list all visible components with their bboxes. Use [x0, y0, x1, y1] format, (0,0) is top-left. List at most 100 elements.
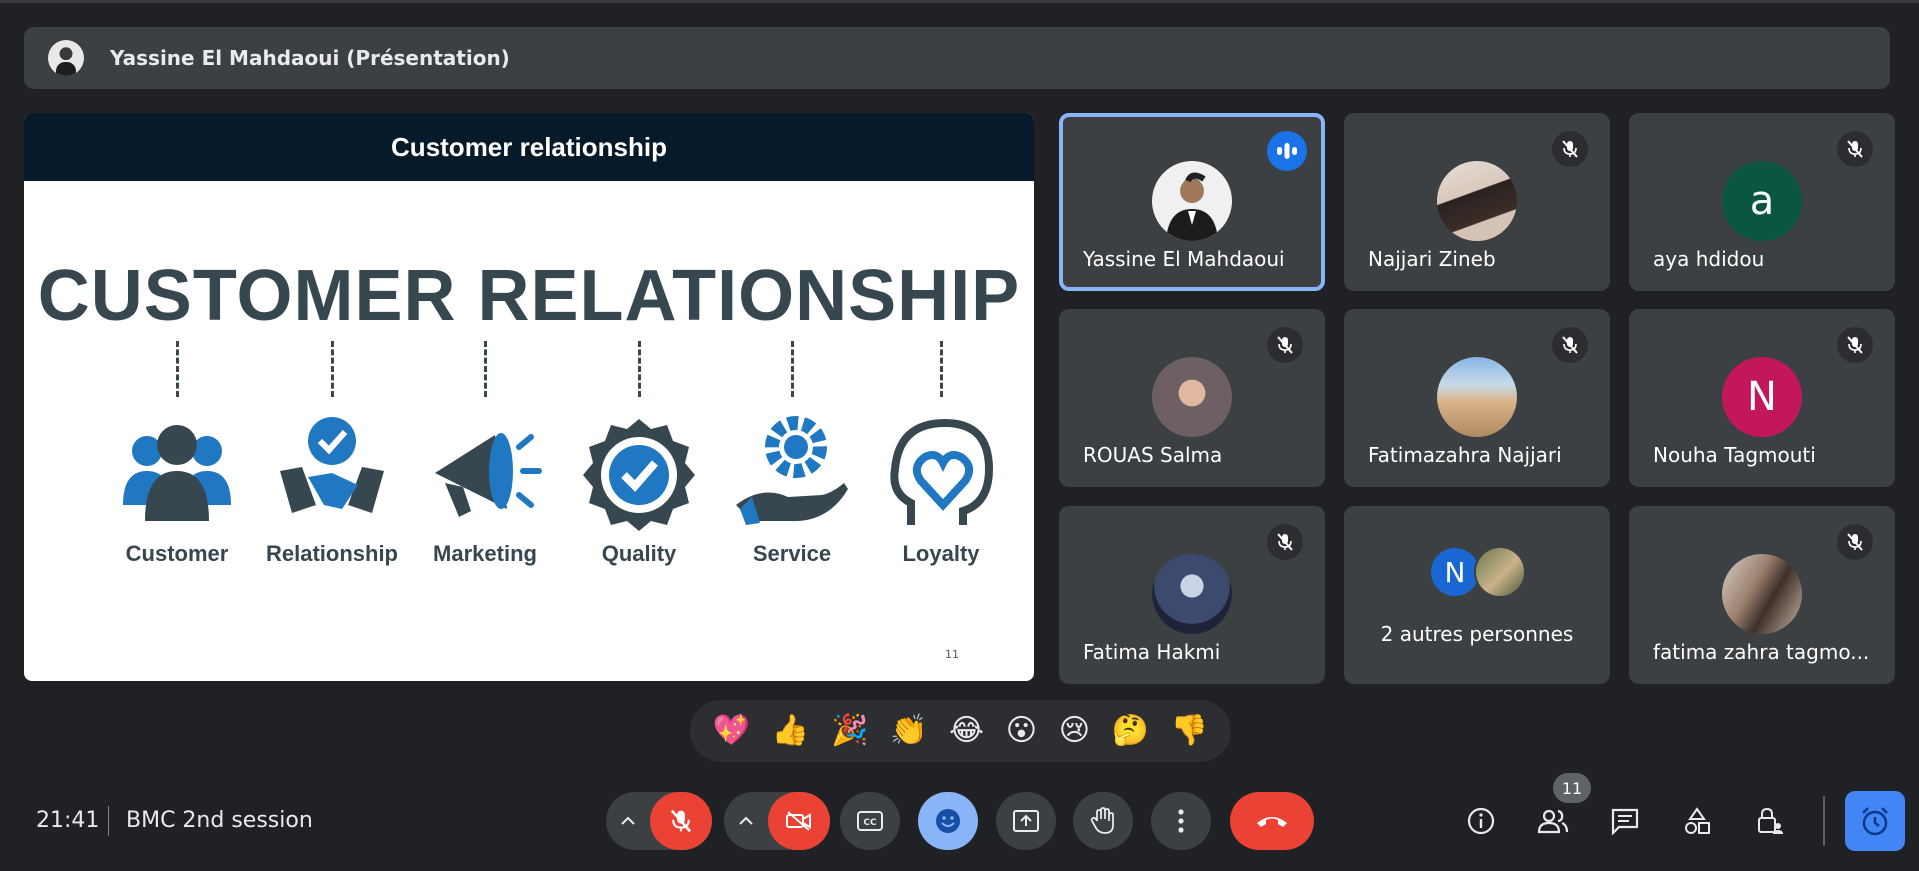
mic-off-icon [670, 809, 692, 833]
toolbar-divider [1823, 796, 1825, 846]
reaction-thinking[interactable]: 🤔 [1112, 716, 1149, 746]
concept-loyalty: Loyalty [866, 341, 1016, 567]
concept-label: Service [752, 541, 832, 566]
closed-captions-icon: CC [857, 811, 883, 831]
handshake-icon [272, 413, 392, 533]
leave-call-button[interactable] [1230, 792, 1314, 850]
timer-button[interactable] [1845, 791, 1905, 851]
presenter-name: Yassine El Mahdaoui (Présentation) [110, 46, 510, 70]
participant-initial-avatar: N [1722, 357, 1802, 437]
camera-control [724, 792, 830, 850]
concept-label: Relationship [265, 541, 398, 566]
reaction-thumbs-down[interactable]: 👎 [1171, 716, 1208, 746]
presenter-avatar [48, 40, 84, 76]
dashed-connector [483, 341, 487, 397]
participant-tile[interactable]: Yassine El Mahdaoui [1059, 113, 1325, 291]
camera-off-icon [786, 811, 811, 831]
mic-muted-icon [1837, 327, 1873, 363]
speaking-indicator-icon [1267, 131, 1307, 171]
participant-tile[interactable]: N Nouha Tagmouti [1629, 309, 1895, 487]
participant-photo [1437, 161, 1517, 241]
concept-label: Customer [125, 541, 229, 566]
slide-header-title: Customer relationship [391, 131, 667, 162]
mic-muted-icon [1552, 327, 1588, 363]
presenter-bar[interactable]: Yassine El Mahdaoui (Présentation) [24, 27, 1890, 89]
concept-quality: Quality [564, 341, 714, 567]
emoji-reactions-button[interactable] [918, 792, 978, 850]
people-icon [1537, 809, 1569, 834]
reaction-clapping[interactable]: 👏 [890, 716, 927, 746]
megaphone-icon [425, 413, 545, 533]
activities-button[interactable] [1671, 795, 1723, 847]
participant-name: Fatimazahra Najjari [1368, 443, 1562, 467]
participant-name: Yassine El Mahdaoui [1083, 247, 1285, 271]
raise-hand-button[interactable] [1073, 792, 1133, 850]
mic-muted-icon [1267, 524, 1303, 560]
others-label: 2 autres personnes [1380, 622, 1574, 646]
captions-button[interactable]: CC [840, 792, 900, 850]
participant-name: Najjari Zineb [1368, 247, 1496, 271]
participant-tile[interactable]: ROUAS Salma [1059, 309, 1325, 487]
participant-photo [1152, 161, 1232, 241]
reaction-thumbs-up[interactable]: 👍 [772, 716, 809, 746]
alarm-clock-icon [1862, 807, 1888, 836]
participant-name: Nouha Tagmouti [1653, 443, 1816, 467]
mic-control [606, 792, 712, 850]
participant-tile[interactable]: fatima zahra tagmo... [1629, 506, 1895, 684]
divider [108, 806, 109, 836]
present-screen-icon [1013, 810, 1039, 832]
mic-muted-icon [1837, 524, 1873, 560]
participant-photo [1474, 546, 1526, 598]
mic-toggle-button[interactable] [650, 792, 712, 850]
participant-name: fatima zahra tagmo... [1653, 640, 1870, 664]
participant-tile[interactable]: Fatima Hakmi [1059, 506, 1325, 684]
audio-options-chevron-icon[interactable] [606, 816, 650, 826]
participant-tile[interactable]: a aya hdidou [1629, 113, 1895, 291]
svg-text:CC: CC [863, 818, 877, 828]
others-tile[interactable]: N 2 autres personnes [1344, 506, 1610, 684]
participant-photo [1152, 357, 1232, 437]
concept-service: Service [717, 341, 867, 567]
reaction-party-popper[interactable]: 🎉 [831, 716, 868, 746]
reaction-crying[interactable]: 😢 [1059, 716, 1090, 746]
others-avatars: N [1344, 546, 1610, 598]
slide-page-number: 11 [945, 648, 959, 661]
slide-header: Customer relationship [24, 113, 1034, 181]
mic-muted-icon [1552, 131, 1588, 167]
concept-label: Marketing [433, 541, 537, 566]
concept-marketing: Marketing [410, 341, 560, 567]
participant-photo [1722, 554, 1802, 634]
concept-label: Quality [601, 541, 677, 566]
participant-photo [1152, 554, 1232, 634]
presentation-slide[interactable]: Customer relationship CUSTOMER RELATIONS… [24, 113, 1034, 681]
participant-name: Fatima Hakmi [1083, 640, 1221, 664]
quality-badge-icon [579, 413, 699, 533]
more-options-button[interactable] [1151, 792, 1211, 850]
people-group-icon [117, 413, 237, 533]
reaction-surprised[interactable]: 😮 [1006, 716, 1037, 746]
meeting-details-button[interactable] [1455, 795, 1507, 847]
participant-count-badge: 11 [1553, 773, 1591, 803]
concept-relationship: Relationship [257, 341, 407, 567]
gear-hand-icon [732, 413, 852, 533]
participant-photo [1437, 357, 1517, 437]
present-screen-button[interactable] [996, 792, 1056, 850]
dashed-connector [330, 341, 334, 397]
participant-name: ROUAS Salma [1083, 443, 1223, 467]
head-heart-icon [881, 413, 1001, 533]
dashed-connector [175, 341, 179, 397]
participant-tile[interactable]: Najjari Zineb [1344, 113, 1610, 291]
window-top-edge [0, 0, 1919, 3]
info-icon [1467, 807, 1495, 835]
participant-initial-avatar: a [1722, 161, 1802, 241]
reaction-laughing[interactable]: 😂 [949, 716, 984, 746]
participant-tile[interactable]: Fatimazahra Najjari [1344, 309, 1610, 487]
chat-button[interactable] [1599, 795, 1651, 847]
reaction-sparkling-heart[interactable]: 💖 [713, 716, 750, 746]
host-controls-button[interactable] [1743, 795, 1795, 847]
hang-up-icon [1257, 817, 1287, 827]
hand-icon [1090, 807, 1114, 834]
concept-label: Loyalty [902, 541, 980, 566]
video-options-chevron-icon[interactable] [724, 816, 768, 826]
camera-toggle-button[interactable] [768, 792, 830, 850]
